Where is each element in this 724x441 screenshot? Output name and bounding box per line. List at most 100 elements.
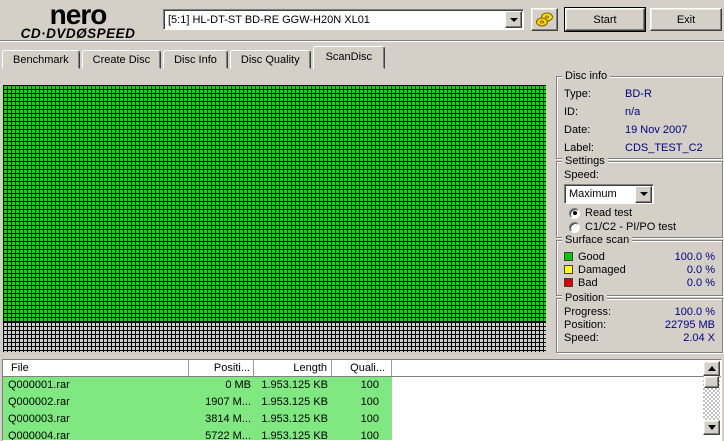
speed-selector[interactable]: Maximum	[564, 184, 654, 204]
vertical-scrollbar[interactable]	[703, 361, 720, 435]
length-cell: 1.953.125 KB	[261, 413, 328, 425]
header-filler	[392, 360, 721, 376]
damaged-label: Damaged	[578, 263, 626, 276]
label-label: Label:	[564, 142, 594, 154]
file-cell: Q000002.rar	[8, 396, 70, 408]
header-length[interactable]: Length	[254, 360, 332, 376]
chevron-down-icon[interactable]	[635, 185, 652, 203]
read-test-radio[interactable]: Read test	[569, 207, 632, 219]
scrollbar-thumb[interactable]	[704, 376, 719, 388]
quality-cell: 100	[360, 379, 379, 391]
cdspeed-product-text: CD·DVDØSPEED	[20, 26, 136, 41]
disc-info-row-date: Date: 19 Nov 2007	[557, 121, 722, 139]
toolbar-divider	[0, 40, 724, 42]
discs-icon	[536, 12, 553, 27]
scrollbar-track[interactable]	[703, 376, 720, 420]
bad-value: 0.0 %	[686, 276, 715, 289]
row-filler	[392, 394, 721, 411]
row-filler	[392, 377, 721, 394]
top-bar: nero CD·DVDØSPEED [5:1] HL-DT-ST BD-RE G…	[0, 0, 724, 40]
file-list-header: File Positi... Length Quali...	[3, 360, 721, 377]
bad-label: Bad	[578, 276, 598, 289]
nero-brand-text: nero	[49, 0, 108, 30]
exit-button[interactable]: Exit	[650, 8, 722, 31]
quality-cell: 100	[360, 430, 379, 441]
position-cell: 3814 M...	[205, 413, 251, 425]
header-file[interactable]: File	[3, 360, 189, 376]
disc-info-group: Disc info Type: BD-R ID: n/a Date: 19 No…	[556, 70, 723, 159]
drive-selector[interactable]: [5:1] HL-DT-ST BD-RE GGW-H20N XL01	[163, 9, 524, 30]
row-filler	[392, 428, 721, 440]
table-row[interactable]: Q000004.rar 5722 M... 1.953.125 KB 100	[3, 428, 721, 441]
nero-logo: nero CD·DVDØSPEED	[2, 1, 154, 41]
type-value: BD-R	[625, 88, 652, 100]
progress-label: Progress:	[564, 306, 612, 318]
arrow-down-glyph	[509, 17, 518, 22]
date-value: 19 Nov 2007	[625, 124, 688, 136]
tab-create-disc[interactable]: Create Disc	[81, 50, 162, 69]
surface-scan-row-bad: Bad 0.0 %	[557, 276, 722, 289]
position-cell: 1907 M...	[205, 396, 251, 408]
good-legend-square	[564, 252, 573, 261]
file-cell: Q000001.rar	[8, 379, 70, 391]
settings-group: Settings Speed: Maximum Read test C1/C2 …	[556, 155, 723, 238]
disc-info-row-type: Type: BD-R	[557, 85, 722, 103]
quality-cell: 100	[360, 413, 379, 425]
surface-scan-row-good: Good 100.0 %	[557, 250, 722, 263]
tab-disc-quality[interactable]: Disc Quality	[229, 50, 311, 69]
header-position[interactable]: Positi...	[189, 360, 254, 376]
settings-title: Settings	[562, 155, 608, 167]
id-value: n/a	[625, 106, 641, 118]
speed-selector-value: Maximum	[569, 188, 617, 200]
disc-info-title: Disc info	[562, 70, 611, 82]
speed-value: 2.04 X	[683, 332, 715, 344]
table-row[interactable]: Q000003.rar 3814 M... 1.953.125 KB 100	[3, 411, 721, 428]
label-value: CDS_TEST_C2	[625, 142, 703, 154]
surface-scan-title: Surface scan	[562, 234, 633, 246]
c1c2-test-radio[interactable]: C1/C2 - PI/PO test	[569, 221, 676, 233]
good-label: Good	[578, 250, 605, 263]
length-cell: 1.953.125 KB	[261, 430, 328, 441]
table-row[interactable]: Q000002.rar 1907 M... 1.953.125 KB 100	[3, 394, 721, 411]
tab-scandisc[interactable]: ScanDisc	[312, 46, 386, 69]
speed-label: Speed:	[564, 169, 599, 181]
header-quality[interactable]: Quali...	[332, 360, 392, 376]
c1c2-test-label: C1/C2 - PI/PO test	[585, 221, 677, 233]
drive-selector-value: [5:1] HL-DT-ST BD-RE GGW-H20N XL01	[168, 13, 370, 26]
position-value: 22795 MB	[664, 319, 715, 331]
eject-disc-button[interactable]	[531, 8, 558, 31]
quality-cell: 100	[360, 396, 379, 408]
tab-disc-info[interactable]: Disc Info	[163, 50, 228, 69]
position-row-position: Position: 22795 MB	[557, 319, 722, 332]
start-button[interactable]: Start	[565, 8, 645, 31]
position-group: Position Progress: 100.0 % Position: 227…	[556, 292, 723, 353]
surface-scan-group: Surface scan Good 100.0 % Damaged 0.0 % …	[556, 234, 723, 296]
triangle-up-icon	[707, 366, 716, 371]
chevron-down-icon[interactable]	[505, 11, 522, 28]
speed-row-label: Speed:	[564, 332, 599, 344]
position-title: Position	[562, 292, 608, 304]
position-row-speed: Speed: 2.04 X	[557, 332, 722, 345]
radio-unselected-icon	[569, 221, 580, 233]
position-label: Position:	[564, 319, 607, 331]
file-cell: Q000003.rar	[8, 413, 70, 425]
tab-benchmark[interactable]: Benchmark	[2, 50, 80, 69]
progress-value: 100.0 %	[674, 306, 715, 318]
date-label: Date:	[564, 124, 591, 136]
length-cell: 1.953.125 KB	[261, 379, 328, 391]
position-row-progress: Progress: 100.0 %	[557, 306, 722, 319]
triangle-down-icon	[707, 425, 716, 430]
good-value: 100.0 %	[674, 250, 715, 263]
damaged-legend-square	[564, 265, 573, 274]
file-cell: Q000004.rar	[8, 430, 70, 441]
position-cell: 5722 M...	[205, 430, 251, 441]
row-filler	[392, 411, 721, 428]
disc-info-row-id: ID: n/a	[557, 103, 722, 121]
scroll-up-button[interactable]	[703, 361, 720, 376]
table-row[interactable]: Q000001.rar 0 MB 1.953.125 KB 100	[3, 377, 721, 394]
read-test-label: Read test	[585, 207, 633, 219]
scroll-down-button[interactable]	[703, 420, 720, 435]
surface-scan-row-damaged: Damaged 0.0 %	[557, 263, 722, 276]
radio-selected-icon	[569, 207, 580, 219]
scan-grid-unscanned	[3, 322, 546, 352]
